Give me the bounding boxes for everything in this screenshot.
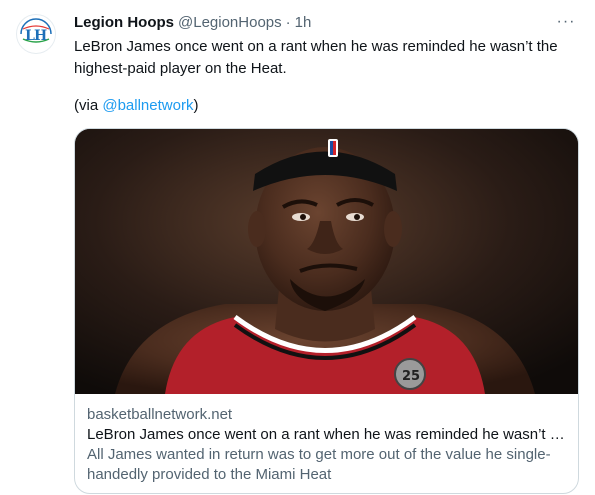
svg-text:25: 25	[402, 369, 420, 384]
avatar[interactable]: L H	[16, 14, 56, 54]
author-handle[interactable]: @LegionHoops	[178, 14, 282, 31]
card-image[interactable]: 25	[75, 129, 578, 394]
author-name[interactable]: Legion Hoops	[74, 14, 174, 31]
card-meta: basketballnetwork.net LeBron James once …	[87, 405, 566, 485]
more-options-icon[interactable]: ···	[555, 12, 577, 32]
link-card[interactable]: 25 basketballnetwork.net LeBron James on…	[74, 128, 579, 494]
card-description: All James wanted in return was to get mo…	[87, 446, 551, 483]
card-domain: basketballnetwork.net	[87, 406, 233, 423]
separator: ·	[285, 13, 291, 31]
mention-link[interactable]: @ballnetwork	[102, 97, 193, 114]
via-prefix: (via	[74, 97, 103, 114]
via-line: (via @ballnetwork)	[74, 96, 198, 116]
timestamp[interactable]: 1h	[295, 14, 312, 31]
tweet-text: LeBron James once went on a rant when he…	[74, 38, 558, 77]
card-title: LeBron James once went on a rant when he…	[87, 426, 566, 443]
legion-hoops-logo-icon: L H	[19, 17, 53, 51]
svg-text:H: H	[34, 28, 47, 44]
via-suffix: )	[193, 97, 199, 114]
tweet[interactable]: L H Legion Hoops @LegionHoops · 1h ··· L…	[0, 0, 595, 495]
tweet-header: Legion Hoops @LegionHoops · 1h	[74, 12, 579, 32]
player-photo: 25	[75, 129, 578, 394]
